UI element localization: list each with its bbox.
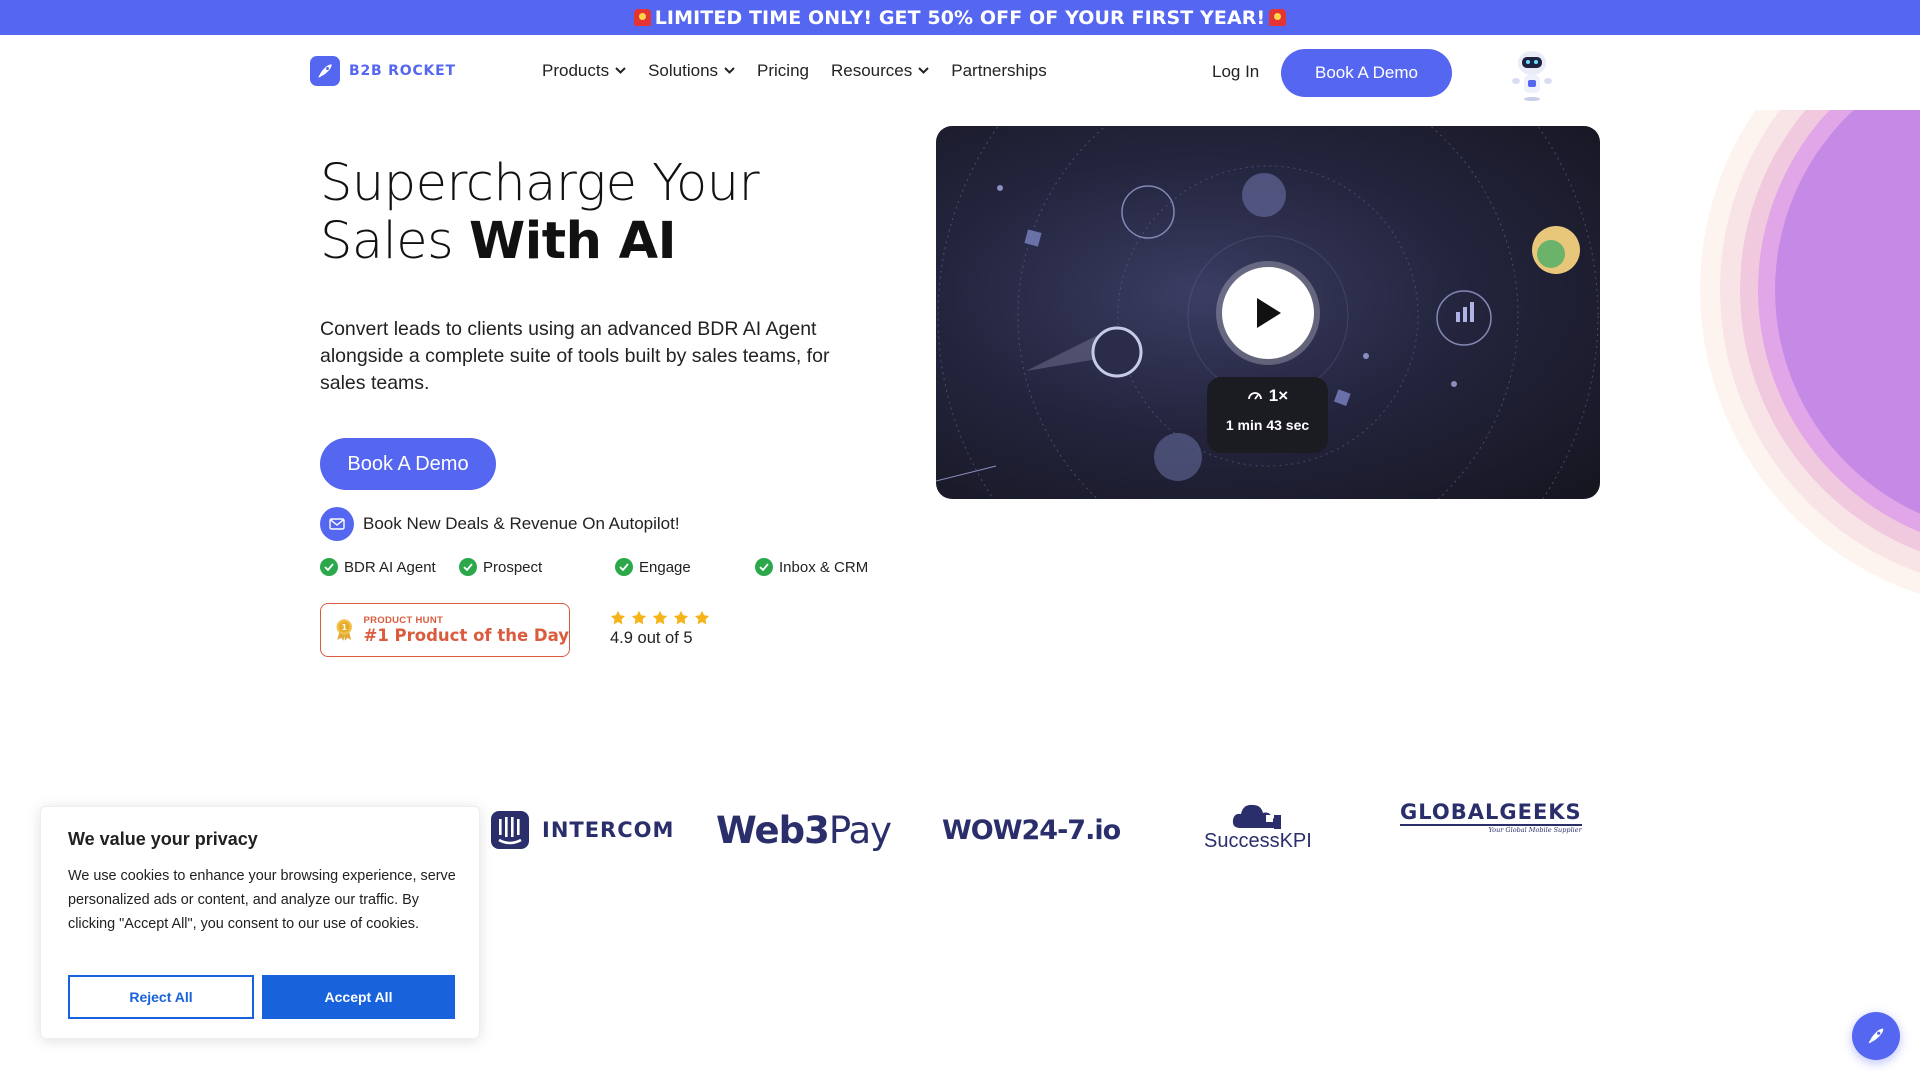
feature-label: Inbox & CRM xyxy=(779,558,869,576)
wow24-7-wordmark: WOW24-7.io xyxy=(942,814,1121,846)
star-icon xyxy=(673,610,689,625)
cloud-icon xyxy=(1232,804,1281,829)
hero-title-bold: With AI xyxy=(468,212,677,271)
feature-item: Inbox & CRM xyxy=(755,558,868,576)
autopilot-text: Book New Deals & Revenue On Autopilot! xyxy=(363,514,680,533)
siren-icon xyxy=(633,9,651,26)
play-button[interactable] xyxy=(1222,267,1314,359)
product-hunt-title: #1 Product of the Day xyxy=(363,626,570,645)
speed-row: 1× xyxy=(1207,386,1328,406)
feature-list: BDR AI Agent Prospect Engage Inbox & CRM xyxy=(320,558,880,578)
feature-label: Prospect xyxy=(483,558,543,576)
feature-item: BDR AI Agent xyxy=(320,558,436,576)
rocket-icon xyxy=(310,56,340,86)
feature-item: Engage xyxy=(615,558,691,576)
brand-logo[interactable]: B2B ROCKET xyxy=(310,56,456,86)
nav-products[interactable]: Products xyxy=(542,61,626,81)
intercom-logo: INTERCOM xyxy=(490,800,674,860)
nav-label: Resources xyxy=(831,61,913,80)
nav-resources[interactable]: Resources xyxy=(831,61,929,81)
cookie-consent-dialog: We value your privacy We use cookies to … xyxy=(40,806,480,1039)
svg-text:1: 1 xyxy=(342,623,347,632)
speedometer-icon xyxy=(1247,392,1262,400)
globalgeeks-tagline: Your Global Mobile Supplier xyxy=(1488,826,1582,834)
floating-chat-button[interactable] xyxy=(1852,1012,1900,1060)
successkpi-wordmark: SuccessKPI xyxy=(1204,830,1312,852)
check-icon xyxy=(755,558,773,576)
hero-title: Supercharge Your Sales With AI xyxy=(320,154,760,271)
hero-book-demo-button[interactable]: Book A Demo xyxy=(320,438,496,490)
wow24-7-logo: WOW24-7.io xyxy=(942,800,1121,860)
star-rating xyxy=(610,610,710,626)
web3pay-wordmark-a: Web3 xyxy=(716,808,830,852)
star-icon xyxy=(631,610,647,625)
hero-description: Convert leads to clients using an advanc… xyxy=(320,318,830,394)
feature-label: BDR AI Agent xyxy=(344,558,436,576)
brand-name: B2B ROCKET xyxy=(349,63,456,79)
site-header: B2B ROCKET Products Solutions Pricing Re… xyxy=(0,35,1920,111)
nav-pricing[interactable]: Pricing xyxy=(757,61,809,81)
product-hunt-badge[interactable]: 1 PRODUCT HUNT #1 Product of the Day xyxy=(320,603,570,657)
promo-banner[interactable]: LIMITED TIME ONLY! GET 50% OFF OF YOUR F… xyxy=(0,0,1920,35)
star-icon xyxy=(694,610,710,625)
chevron-down-icon xyxy=(724,67,735,74)
rocket-icon xyxy=(1868,1028,1884,1044)
successkpi-logo: SuccessKPI xyxy=(1204,800,1312,860)
siren-icon xyxy=(1269,9,1287,26)
feature-label: Engage xyxy=(639,558,691,576)
nav-partnerships[interactable]: Partnerships xyxy=(951,61,1046,81)
playback-speed-control[interactable]: 1× 1 min 43 sec xyxy=(1207,377,1328,453)
video-duration: 1 min 43 sec xyxy=(1225,417,1310,433)
star-icon xyxy=(610,610,626,625)
globalgeeks-wordmark: GLOBALGEEKS xyxy=(1400,800,1582,826)
decorative-arcs xyxy=(1700,110,1920,594)
chevron-down-icon xyxy=(615,67,626,74)
feature-item: Prospect xyxy=(459,558,542,576)
speed-value: 1× xyxy=(1268,386,1289,405)
web3pay-wordmark-b: Pay xyxy=(828,808,892,852)
product-hunt-label: PRODUCT HUNT xyxy=(363,615,444,626)
cookie-text: We use cookies to enhance your browsing … xyxy=(68,868,456,932)
play-icon xyxy=(1257,298,1281,328)
check-icon xyxy=(459,558,477,576)
mail-icon xyxy=(320,507,354,541)
check-icon xyxy=(320,558,338,576)
autopilot-tagline: Book New Deals & Revenue On Autopilot! xyxy=(320,507,680,541)
cookie-actions: Reject All Accept All xyxy=(68,975,455,1019)
intercom-wordmark: INTERCOM xyxy=(542,818,675,842)
login-link[interactable]: Log In xyxy=(1212,62,1259,82)
medal-icon: 1 xyxy=(336,619,352,641)
reject-all-button[interactable]: Reject All xyxy=(68,975,254,1019)
hero-title-line2: Sales xyxy=(320,212,469,271)
header-book-demo-button[interactable]: Book A Demo xyxy=(1281,49,1452,97)
product-hunt-text: PRODUCT HUNT #1 Product of the Day xyxy=(364,615,570,645)
nav-label: Products xyxy=(542,61,610,80)
star-icon xyxy=(652,610,668,625)
accept-all-button[interactable]: Accept All xyxy=(262,975,455,1019)
robot-assistant-icon[interactable] xyxy=(1500,45,1564,105)
intercom-icon xyxy=(491,811,529,849)
nav-label: Partnerships xyxy=(951,61,1047,80)
cookie-title: We value your privacy xyxy=(68,829,258,849)
rating: 4.9 out of 5 xyxy=(610,610,710,648)
rating-text: 4.9 out of 5 xyxy=(610,629,693,647)
check-icon xyxy=(615,558,633,576)
promo-text: LIMITED TIME ONLY! GET 50% OFF OF YOUR F… xyxy=(654,6,1266,29)
web3pay-logo: Web3 Pay xyxy=(716,800,892,860)
globalgeeks-logo: GLOBALGEEKS Your Global Mobile Supplier xyxy=(1400,800,1582,860)
chevron-down-icon xyxy=(918,67,929,74)
nav-label: Solutions xyxy=(648,61,719,80)
nav-label: Pricing xyxy=(757,61,809,80)
hero-title-line1: Supercharge Your xyxy=(320,154,760,213)
nav-solutions[interactable]: Solutions xyxy=(648,61,735,81)
main-nav: Products Solutions Pricing Resources Par… xyxy=(542,61,1069,81)
